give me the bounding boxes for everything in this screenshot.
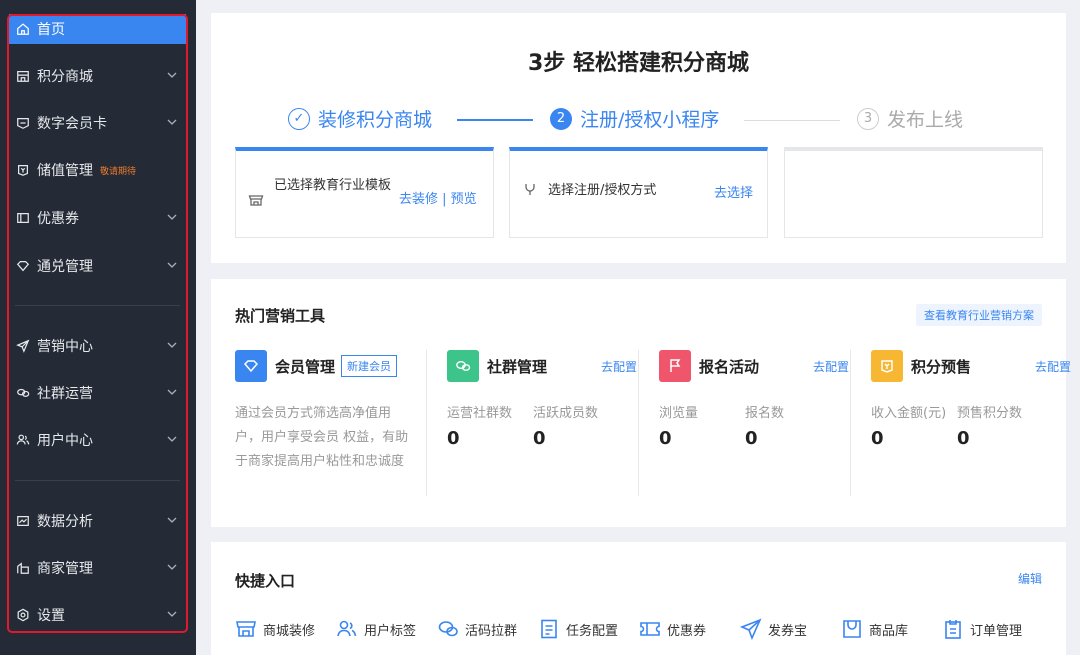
goods-icon xyxy=(843,620,861,638)
group-configure-link[interactable]: 去配置 xyxy=(601,358,637,375)
setup-steps-card: 3步 轻松搭建积分商城 ✓ 装修积分商城 2 注册/授权小程序 3 发布上线 已… xyxy=(211,13,1066,263)
sidebar-item-community[interactable]: 社群运营 xyxy=(9,378,186,408)
quick-item-task-config[interactable]: 任务配置 xyxy=(538,618,618,640)
sidebar-item-coupon[interactable]: 优惠券 xyxy=(9,203,186,233)
store-icon xyxy=(15,68,31,84)
step-connector xyxy=(744,120,840,121)
member-description: 通过会员方式筛选高净值用户，用户享受会员 权益，有助于商家提高用户粘性和忠诚度 xyxy=(235,406,409,469)
wechat-icon xyxy=(438,621,458,637)
stat-value: 0 xyxy=(659,428,672,449)
settings-icon xyxy=(15,607,31,623)
shop-icon xyxy=(15,560,31,576)
divider xyxy=(426,350,427,496)
chevron-down-icon xyxy=(167,342,177,348)
sidebar-item-points-mall[interactable]: 积分商城 xyxy=(9,61,186,91)
sidebar-item-redemption[interactable]: 通兑管理 xyxy=(9,251,186,281)
chevron-down-icon xyxy=(167,119,177,125)
chevron-down-icon xyxy=(167,214,177,220)
quick-entry-card: 快捷入口 编辑 商城装修 用户标签 活码拉群 任务配置 优惠券 发券宝 商品库 … xyxy=(211,542,1066,655)
points-icon xyxy=(871,350,903,382)
coming-soon-badge: 敬请期待 xyxy=(100,166,137,177)
step-box-publish xyxy=(784,147,1043,238)
card-icon xyxy=(15,115,31,131)
chevron-down-icon xyxy=(167,611,177,617)
send-icon xyxy=(740,618,762,640)
wechat-icon xyxy=(447,350,479,382)
sidebar-divider xyxy=(15,480,180,481)
chevron-down-icon xyxy=(167,564,177,570)
sidebar-item-user-center[interactable]: 用户中心 xyxy=(9,425,186,455)
step-connector xyxy=(457,119,533,121)
sidebar-item-home[interactable]: 首页 xyxy=(9,14,186,44)
users-icon xyxy=(15,432,31,448)
chat-icon xyxy=(15,385,31,401)
edit-link[interactable]: 编辑 xyxy=(1018,570,1042,587)
chevron-down-icon xyxy=(167,517,177,523)
check-icon: ✓ xyxy=(288,107,310,130)
industry-plan-link[interactable]: 查看教育行业营销方案 xyxy=(916,304,1042,326)
step-box-register: 选择注册/授权方式 去选择 xyxy=(509,147,768,238)
presale-configure-link[interactable]: 去配置 xyxy=(1035,358,1071,375)
step-publish[interactable]: 3 发布上线 xyxy=(857,105,963,132)
new-member-button[interactable]: 新建会员 xyxy=(341,355,398,377)
sidebar-item-merchant[interactable]: 商家管理 xyxy=(9,553,186,583)
sidebar-item-settings[interactable]: 设置 xyxy=(9,600,186,630)
sidebar-item-marketing[interactable]: 营销中心 xyxy=(9,331,186,361)
chevron-down-icon xyxy=(167,389,177,395)
store-icon xyxy=(248,195,264,206)
chevron-down-icon xyxy=(167,436,177,442)
stat-value: 0 xyxy=(745,428,758,449)
divider xyxy=(850,350,851,496)
stat-value: 0 xyxy=(533,428,546,449)
step-box-template: 已选择教育行业模板 去装修 | 预览 xyxy=(235,147,494,238)
tool-signup-activity: 报名活动 去配置 浏览量 0 报名数 0 xyxy=(659,350,859,500)
flag-icon xyxy=(659,350,691,382)
home-icon xyxy=(15,21,31,37)
diamond-icon xyxy=(15,258,31,274)
stat-value: 0 xyxy=(957,428,970,449)
sidebar-item-data-analysis[interactable]: 数据分析 xyxy=(9,506,186,536)
marketing-tools-card: 热门营销工具 查看教育行业营销方案 会员管理 新建会员 通过会员方式筛选高净值用… xyxy=(211,279,1071,527)
sidebar-divider xyxy=(15,305,180,306)
highlight-frame xyxy=(7,14,188,633)
quick-item-coupon-sender[interactable]: 发券宝 xyxy=(740,618,807,640)
coupon-icon xyxy=(15,210,31,226)
tool-community-management: 社群管理 去配置 运营社群数 0 活跃成员数 0 xyxy=(447,350,647,500)
step-decorate[interactable]: ✓ 装修积分商城 xyxy=(288,105,432,132)
diamond-icon xyxy=(235,350,267,382)
steps-title: 3步 轻松搭建积分商城 xyxy=(528,51,749,76)
stat-value: 0 xyxy=(447,428,460,449)
tools-title: 热门营销工具 xyxy=(235,307,326,325)
decorate-preview-link[interactable]: 去装修 | 预览 xyxy=(399,188,477,207)
quick-item-order-management[interactable]: 订单管理 xyxy=(942,618,1022,640)
quick-item-user-tags[interactable]: 用户标签 xyxy=(336,618,416,640)
choose-method-link[interactable]: 去选择 xyxy=(714,182,753,201)
quick-item-store-decoration[interactable]: 商城装修 xyxy=(235,618,315,640)
wallet-icon xyxy=(15,162,31,178)
sidebar-item-member-card[interactable]: 数字会员卡 xyxy=(9,108,186,138)
divider xyxy=(638,350,639,496)
chart-icon xyxy=(15,513,31,529)
tool-points-presale: 积分预售 去配置 收入金额(元) 0 预售积分数 0 xyxy=(871,350,1071,500)
storefront-icon xyxy=(236,621,256,637)
plug-icon xyxy=(525,184,535,195)
stat-value: 0 xyxy=(871,428,884,449)
chevron-down-icon xyxy=(167,72,177,78)
task-icon xyxy=(541,619,557,639)
coupon-icon xyxy=(640,622,660,636)
tool-member-management: 会员管理 新建会员 通过会员方式筛选高净值用户，用户享受会员 权益，有助于商家提… xyxy=(235,350,435,500)
send-icon xyxy=(15,338,31,354)
step-register-miniprogram[interactable]: 2 注册/授权小程序 xyxy=(550,105,719,132)
sidebar-item-stored-value[interactable]: 储值管理 敬请期待 xyxy=(9,155,186,185)
order-icon xyxy=(945,620,961,639)
user-tag-icon xyxy=(337,620,357,637)
sidebar: 首页 积分商城 数字会员卡 储值管理 敬请期待 优惠券 通兑管理 营销中心 社群… xyxy=(0,0,196,655)
chevron-down-icon xyxy=(167,262,177,268)
signup-configure-link[interactable]: 去配置 xyxy=(813,358,849,375)
quick-item-qr-group[interactable]: 活码拉群 xyxy=(437,618,517,640)
quick-title: 快捷入口 xyxy=(235,572,296,590)
quick-item-product-library[interactable]: 商品库 xyxy=(841,618,908,640)
quick-item-coupon[interactable]: 优惠券 xyxy=(639,618,706,640)
